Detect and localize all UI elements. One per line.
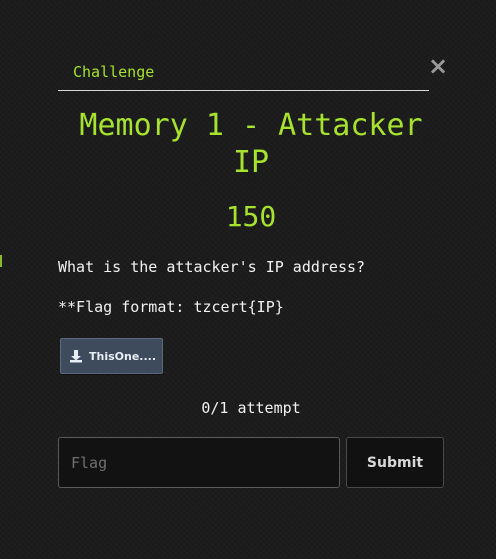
modal-header: Challenge — [58, 52, 429, 91]
submit-button[interactable]: Submit — [346, 437, 444, 488]
file-download-button[interactable]: ThisOne.... — [60, 338, 163, 374]
download-icon — [70, 350, 82, 363]
attempt-counter: 0/1 attempt — [201, 399, 301, 417]
close-button[interactable]: × — [426, 54, 450, 78]
flag-format-text: **Flag format: tzcert{IP} — [58, 298, 284, 316]
flag-input[interactable] — [58, 437, 340, 488]
challenge-question: What is the attacker's IP address? — [58, 258, 366, 276]
edge-marker — [0, 255, 2, 267]
file-name: ThisOne.... — [89, 349, 157, 363]
tab-challenge[interactable]: Challenge — [73, 63, 154, 81]
challenge-modal: Challenge × Memory 1 - Attacker IP 150 W… — [58, 52, 448, 512]
challenge-points: 150 — [225, 200, 277, 233]
challenge-title: Memory 1 - Attacker IP — [79, 108, 423, 180]
